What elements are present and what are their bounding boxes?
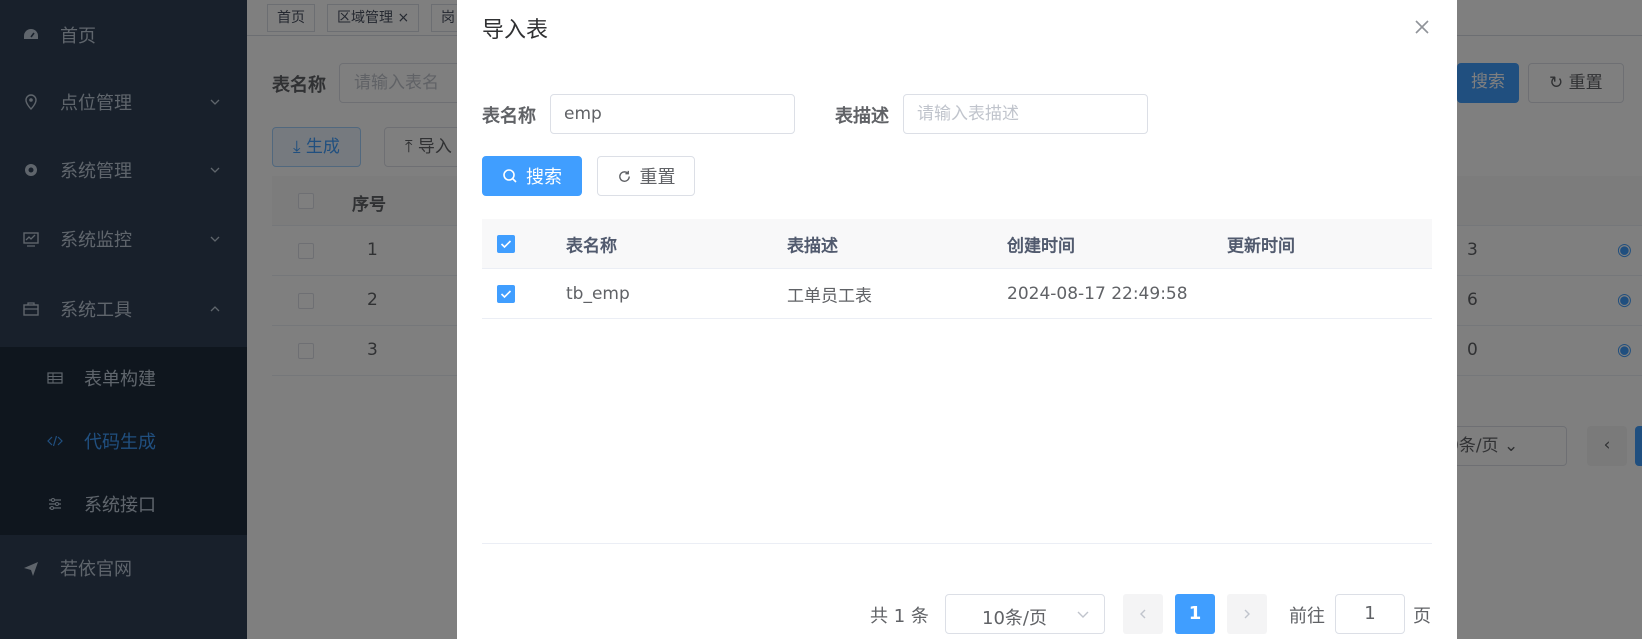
table-header: 表名称 表描述 创建时间 更新时间	[482, 219, 1432, 269]
table-row[interactable]: tb_emp 工单员工表 2024-08-17 22:49:58	[482, 269, 1432, 319]
reset-button[interactable]: 重置	[597, 156, 695, 196]
chevron-right-icon	[1244, 609, 1250, 619]
import-table-dialog: 导入表 表名称 emp 表描述 请输入表描述 搜索 重置 表名称 表描述 创建时…	[457, 0, 1457, 639]
pagination-total: 共 1 条	[870, 606, 929, 627]
page-1-button[interactable]: 1	[1175, 594, 1215, 634]
close-icon[interactable]	[1412, 17, 1432, 37]
chevron-down-icon	[1077, 611, 1089, 618]
table-name-input[interactable]: emp	[550, 94, 795, 134]
check-icon	[500, 239, 512, 248]
refresh-icon	[618, 170, 630, 182]
prev-page-button[interactable]	[1123, 594, 1163, 634]
reset-button-label: 重置	[639, 167, 676, 188]
goto-page-input[interactable]: 1	[1335, 594, 1405, 634]
search-button[interactable]: 搜索	[482, 156, 582, 196]
table-desc-label: 表描述	[835, 106, 889, 127]
table-desc-input[interactable]: 请输入表描述	[903, 94, 1148, 134]
col-table-name: 表名称	[566, 236, 617, 256]
col-created-time: 创建时间	[1007, 236, 1075, 256]
chevron-left-icon	[1140, 609, 1146, 619]
table-bottom-border	[482, 543, 1432, 544]
check-icon	[500, 289, 512, 298]
dialog-title: 导入表	[482, 18, 549, 43]
next-page-button[interactable]	[1227, 594, 1267, 634]
table-name-label: 表名称	[482, 106, 536, 127]
row-checkbox[interactable]	[497, 284, 515, 303]
cell-table-name: tb_emp	[566, 283, 630, 304]
page-size-label: 10条/页	[982, 608, 1047, 629]
select-all-checkbox[interactable]	[497, 234, 515, 253]
cell-created-time: 2024-08-17 22:49:58	[1007, 283, 1188, 304]
col-updated-time: 更新时间	[1227, 236, 1295, 256]
page-size-select[interactable]: 10条/页	[945, 594, 1105, 634]
goto-label: 前往	[1289, 606, 1325, 627]
col-table-desc: 表描述	[787, 236, 838, 256]
search-icon	[503, 169, 517, 183]
page-unit-label: 页	[1413, 606, 1431, 627]
cell-table-desc: 工单员工表	[787, 286, 872, 306]
search-button-label: 搜索	[526, 167, 562, 188]
